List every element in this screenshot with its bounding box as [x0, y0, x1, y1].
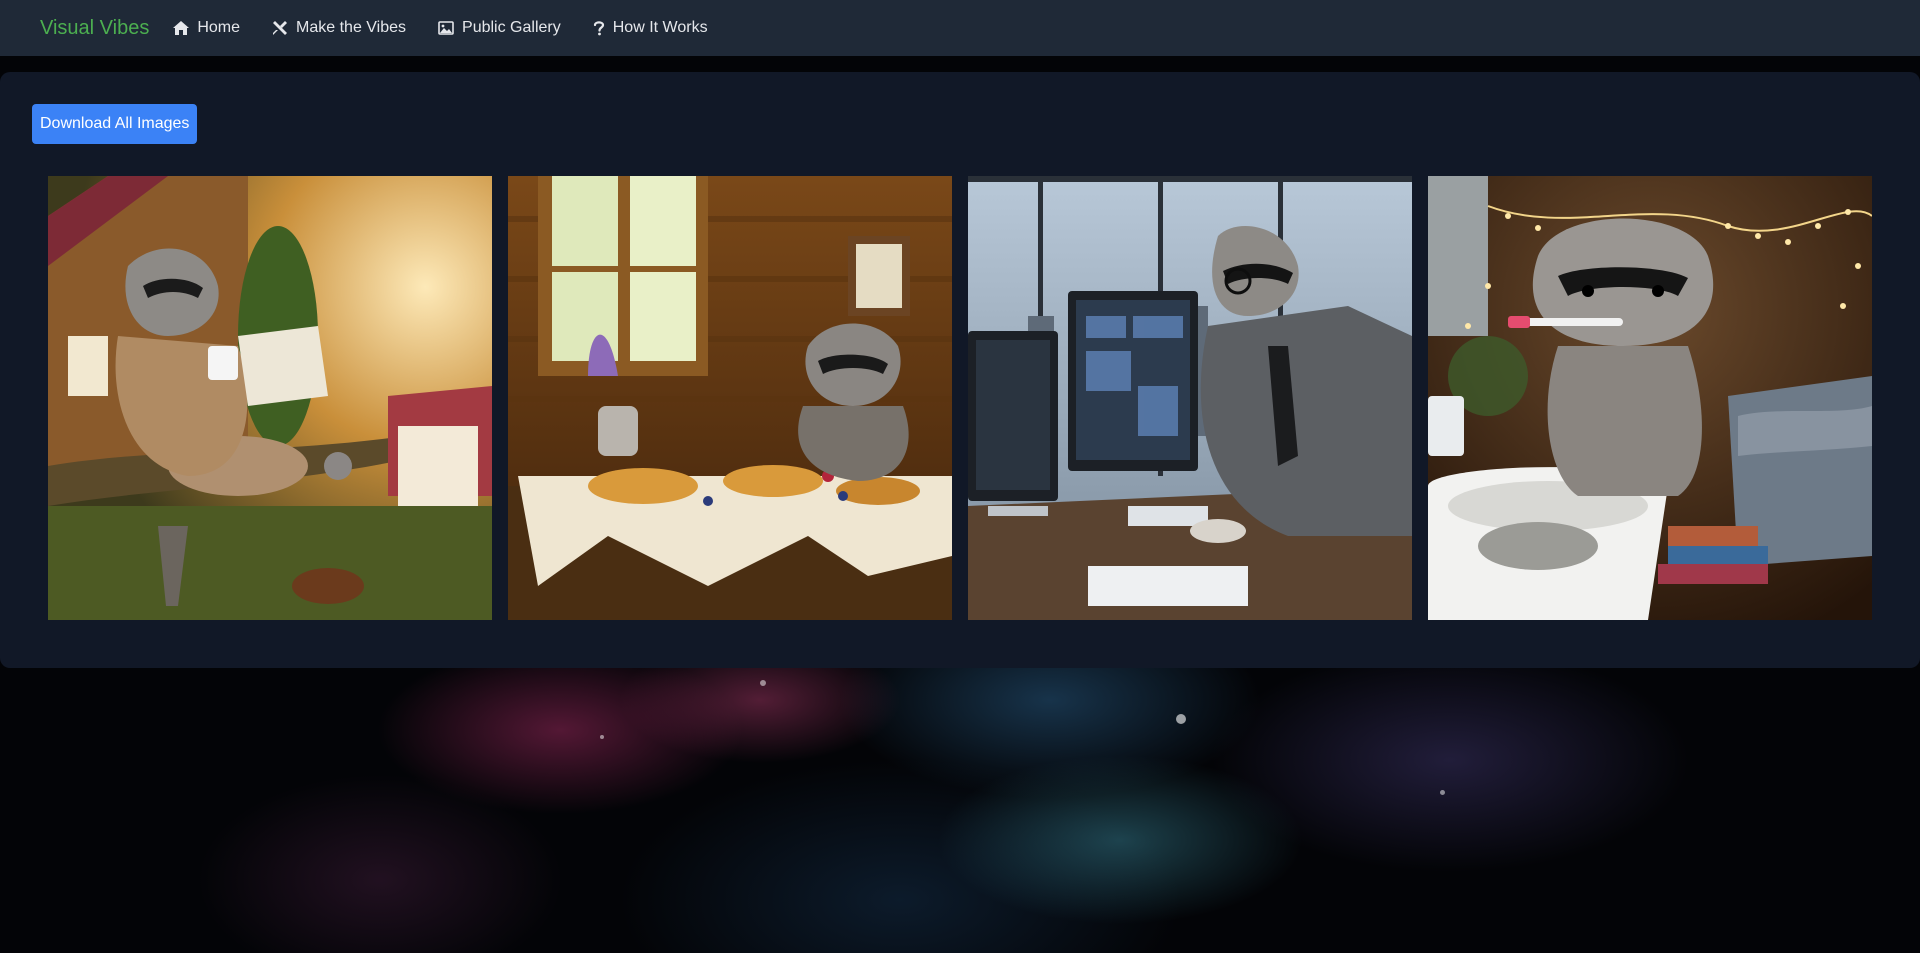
download-all-button[interactable]: Download All Images: [32, 104, 198, 144]
gallery-image-3[interactable]: [968, 176, 1412, 620]
gallery-image-2[interactable]: [508, 176, 952, 620]
raccoon-office-computer-image: [968, 176, 1412, 620]
home-icon: [173, 21, 190, 35]
nav-public-gallery-label: Public Gallery: [462, 19, 561, 36]
raccoon-bathroom-toothbrush-image: [1428, 176, 1872, 620]
image-icon: [438, 21, 454, 35]
nav-how-it-works-label: How It Works: [612, 19, 708, 36]
tools-icon: [273, 21, 288, 35]
brand-logo[interactable]: Visual Vibes: [40, 17, 149, 40]
raccoon-breakfast-cabin-image: [508, 176, 952, 620]
nav-public-gallery[interactable]: Public Gallery: [438, 19, 561, 37]
main-panel: Download All Images: [0, 72, 1920, 668]
nav-how-it-works[interactable]: How It Works: [593, 19, 708, 37]
nav-home-label: Home: [197, 19, 241, 36]
image-gallery: [48, 176, 1872, 620]
nav-make-the-vibes[interactable]: Make the Vibes: [272, 19, 406, 37]
nav-home[interactable]: Home: [173, 19, 240, 37]
nav-make-the-vibes-label: Make the Vibes: [296, 19, 407, 36]
gallery-image-4[interactable]: [1428, 176, 1872, 620]
raccoon-tree-coffee-image: [48, 176, 492, 620]
top-navbar: Visual Vibes Home Make the Vibes Public …: [0, 0, 1920, 56]
gallery-image-1[interactable]: [48, 176, 492, 620]
question-icon: [593, 21, 604, 36]
